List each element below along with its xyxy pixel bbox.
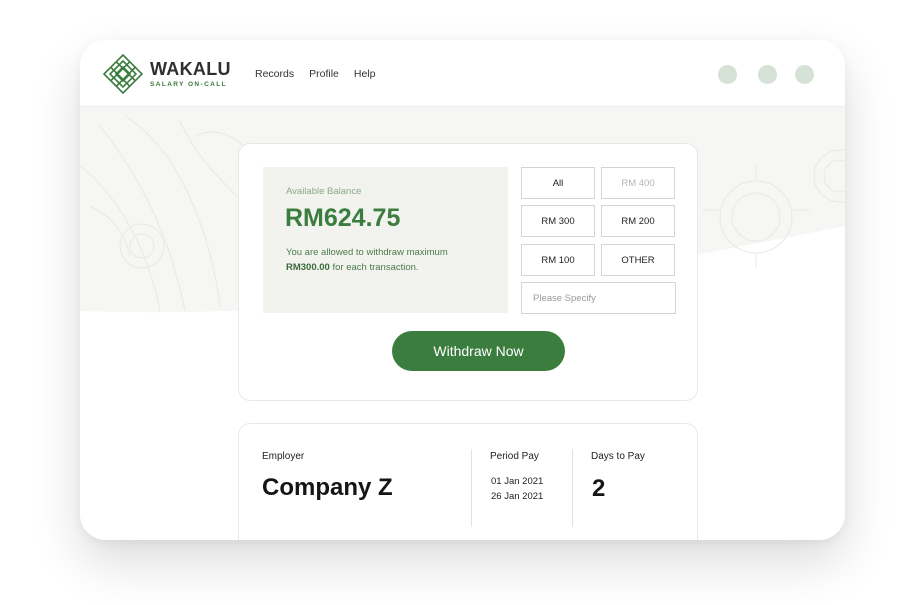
- note-prefix: You are allowed to withdraw maximum: [286, 247, 448, 258]
- amount-all-button[interactable]: All: [521, 167, 595, 199]
- withdraw-now-button[interactable]: Withdraw Now: [392, 331, 565, 371]
- divider: [471, 449, 472, 527]
- days-to-pay-label: Days to Pay: [591, 451, 645, 462]
- note-amount: RM300.00: [286, 262, 330, 273]
- nav-records[interactable]: Records: [255, 68, 294, 80]
- content-area: Available Balance RM624.75 You are allow…: [80, 106, 845, 540]
- nav-help[interactable]: Help: [354, 68, 376, 80]
- amount-400-button[interactable]: RM 400: [601, 167, 675, 199]
- withdraw-card: Available Balance RM624.75 You are allow…: [238, 143, 698, 401]
- nav-profile[interactable]: Profile: [309, 68, 339, 80]
- withdraw-limit-note: You are allowed to withdraw maximum RM30…: [286, 245, 486, 275]
- wakalu-logo-icon: [103, 54, 143, 94]
- period-pay-label: Period Pay: [490, 451, 539, 462]
- employer-label: Employer: [262, 451, 305, 462]
- balance-amount: RM624.75: [285, 204, 401, 232]
- amount-200-button[interactable]: RM 200: [601, 205, 675, 237]
- header-action-3[interactable]: [795, 65, 814, 84]
- main-nav: Records Profile Help: [255, 68, 375, 80]
- amount-other-button[interactable]: OTHER: [601, 244, 675, 276]
- pay-info-card: Employer Company Z Period Pay 01 Jan 202…: [238, 423, 698, 540]
- brand-name: WAKALU: [150, 59, 231, 79]
- balance-panel: Available Balance RM624.75 You are allow…: [263, 167, 508, 313]
- period-end-date: 26 Jan 2021: [491, 491, 544, 502]
- brand-tagline: SALARY ON-CALL: [150, 81, 228, 88]
- period-start-date: 01 Jan 2021: [491, 476, 544, 487]
- days-to-pay-value: 2: [592, 475, 606, 502]
- header-action-1[interactable]: [718, 65, 737, 84]
- app-window: WAKALU SALARY ON-CALL Records Profile He…: [80, 40, 845, 540]
- header-action-2[interactable]: [758, 65, 777, 84]
- balance-label: Available Balance: [286, 186, 362, 197]
- specify-amount-input[interactable]: Please Specify: [521, 282, 676, 314]
- employer-value: Company Z: [262, 474, 393, 501]
- amount-100-button[interactable]: RM 100: [521, 244, 595, 276]
- amount-300-button[interactable]: RM 300: [521, 205, 595, 237]
- divider: [572, 449, 573, 527]
- note-suffix: for each transaction.: [332, 262, 419, 273]
- top-header: WAKALU SALARY ON-CALL Records Profile He…: [80, 40, 845, 106]
